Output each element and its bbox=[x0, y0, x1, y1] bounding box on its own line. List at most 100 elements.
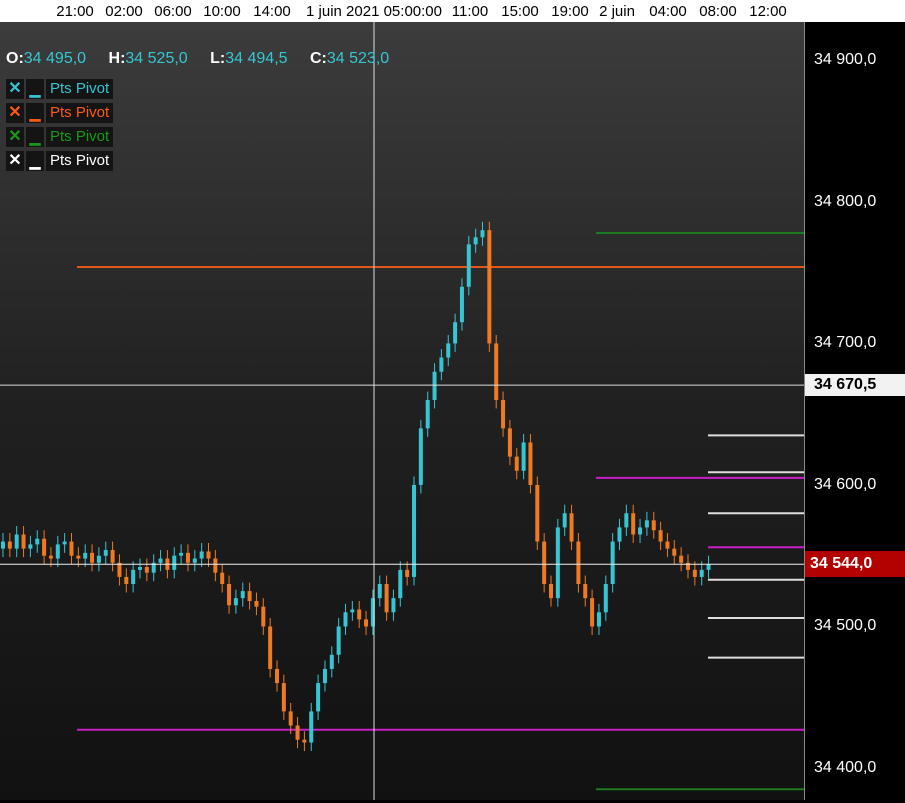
legend-label: Pts Pivot bbox=[46, 103, 114, 123]
candle-body bbox=[617, 527, 622, 542]
candle-body bbox=[364, 619, 369, 627]
candle-body bbox=[302, 739, 307, 743]
candle-body bbox=[233, 598, 238, 606]
time-axis-label: 19:00 bbox=[551, 3, 589, 20]
remove-indicator-icon[interactable]: ✕ bbox=[6, 127, 24, 147]
line-style-icon[interactable]: ▁ bbox=[26, 79, 44, 99]
ohlc-readout: O:34 495,0 H:34 525,0 L:34 494,5 C:34 52… bbox=[6, 50, 407, 68]
candle-body bbox=[583, 584, 588, 599]
time-axis-label: 02:00 bbox=[105, 3, 143, 20]
candle-body bbox=[131, 569, 136, 585]
legend-item[interactable]: ✕ ▁ Pts Pivot bbox=[6, 151, 114, 171]
candle-body bbox=[185, 552, 190, 563]
candle-body bbox=[62, 541, 67, 545]
candle-body bbox=[124, 576, 129, 585]
candle-body bbox=[76, 555, 81, 559]
candle-body bbox=[459, 286, 464, 323]
candle-body bbox=[158, 558, 163, 563]
candle-body bbox=[96, 555, 101, 563]
candle-body bbox=[651, 520, 656, 531]
candle-body bbox=[405, 569, 410, 577]
candle-body bbox=[542, 541, 547, 585]
line-style-icon[interactable]: ▁ bbox=[26, 151, 44, 171]
candle-body bbox=[487, 230, 492, 344]
candle-body bbox=[377, 584, 382, 599]
remove-indicator-icon[interactable]: ✕ bbox=[6, 151, 24, 171]
candle-body bbox=[83, 552, 88, 559]
candle-body bbox=[446, 343, 451, 358]
candle-body bbox=[501, 400, 506, 429]
candle-body bbox=[288, 711, 293, 726]
candle-body bbox=[21, 534, 26, 549]
candle-body bbox=[1, 541, 5, 549]
candle-body bbox=[638, 527, 643, 535]
candle-body bbox=[528, 442, 533, 485]
candle-body bbox=[398, 569, 403, 599]
price-tick-label: 34 800,0 bbox=[814, 192, 877, 210]
price-tick-label: 34 700,0 bbox=[814, 334, 877, 352]
high-value: 34 525,0 bbox=[125, 50, 188, 67]
candle-body bbox=[316, 683, 321, 712]
legend-item[interactable]: ✕ ▁ Pts Pivot bbox=[6, 127, 114, 147]
candle-body bbox=[7, 541, 12, 549]
time-axis-label: 2 juin bbox=[599, 3, 635, 20]
price-axis[interactable]: 34 900,0 34 800,0 34 700,0 34 600,0 34 500,0… bbox=[804, 22, 905, 800]
remove-indicator-icon[interactable]: ✕ bbox=[6, 79, 24, 99]
candle-body bbox=[275, 668, 279, 684]
candle-body bbox=[48, 555, 53, 559]
candle-body bbox=[254, 600, 259, 607]
candle-body bbox=[412, 484, 416, 577]
candle-body bbox=[692, 569, 697, 577]
candle-body bbox=[138, 567, 142, 570]
candle-body bbox=[610, 541, 615, 585]
high-label: H: bbox=[108, 50, 126, 67]
time-axis[interactable]: 21:00 02:00 06:00 10:00 14:00 1 juin 2021 05:… bbox=[0, 0, 905, 22]
candle-body bbox=[384, 584, 389, 613]
candle-body bbox=[103, 550, 108, 556]
chart-plot-area[interactable]: O:34 495,0 H:34 525,0 L:34 494,5 C:34 52… bbox=[0, 22, 804, 800]
close-value: 34 523,0 bbox=[326, 50, 390, 67]
candle-body bbox=[247, 591, 252, 601]
time-axis-label: 21:00 bbox=[56, 3, 94, 20]
candle-body bbox=[90, 552, 95, 563]
legend-item[interactable]: ✕ ▁ Pts Pivot bbox=[6, 79, 114, 99]
candle-body bbox=[569, 513, 574, 542]
line-style-icon[interactable]: ▁ bbox=[26, 127, 44, 147]
candle-body bbox=[199, 551, 204, 559]
candle-body bbox=[357, 609, 362, 620]
candle-body bbox=[596, 612, 601, 627]
close-label: C: bbox=[309, 50, 327, 67]
candle-body bbox=[672, 548, 677, 556]
time-axis-label: 04:00 bbox=[649, 3, 687, 20]
open-value: 34 495,0 bbox=[23, 50, 87, 67]
price-tick-label: 34 600,0 bbox=[814, 475, 877, 493]
candle-body bbox=[69, 541, 74, 556]
low-value: 34 494,5 bbox=[225, 50, 288, 67]
candle-body bbox=[535, 484, 540, 542]
candle-body bbox=[473, 237, 478, 245]
candle-body bbox=[679, 555, 684, 563]
candle-body bbox=[555, 527, 560, 599]
candle-body bbox=[576, 541, 581, 585]
candle-body bbox=[418, 428, 423, 485]
time-axis-label: 15:00 bbox=[501, 3, 539, 20]
candle-body bbox=[213, 558, 218, 573]
candle-body bbox=[514, 456, 519, 471]
candle-body bbox=[179, 552, 184, 556]
candle-body bbox=[439, 357, 444, 372]
candle-body bbox=[603, 584, 608, 613]
line-style-icon[interactable]: ▁ bbox=[26, 103, 44, 123]
last-price-label: 34 544,0 bbox=[805, 551, 905, 578]
candle-body bbox=[220, 572, 225, 585]
remove-indicator-icon[interactable]: ✕ bbox=[6, 103, 24, 123]
candle-body bbox=[425, 400, 430, 429]
candle-body bbox=[240, 591, 245, 599]
candle-body bbox=[192, 558, 197, 563]
time-axis-label: 10:00 bbox=[203, 3, 241, 20]
candle-body bbox=[466, 244, 471, 287]
candle-body bbox=[494, 343, 499, 401]
candle-body bbox=[343, 612, 348, 627]
low-label: L: bbox=[210, 50, 226, 67]
candle-body bbox=[350, 609, 355, 613]
legend-item[interactable]: ✕ ▁ Pts Pivot bbox=[6, 103, 114, 123]
